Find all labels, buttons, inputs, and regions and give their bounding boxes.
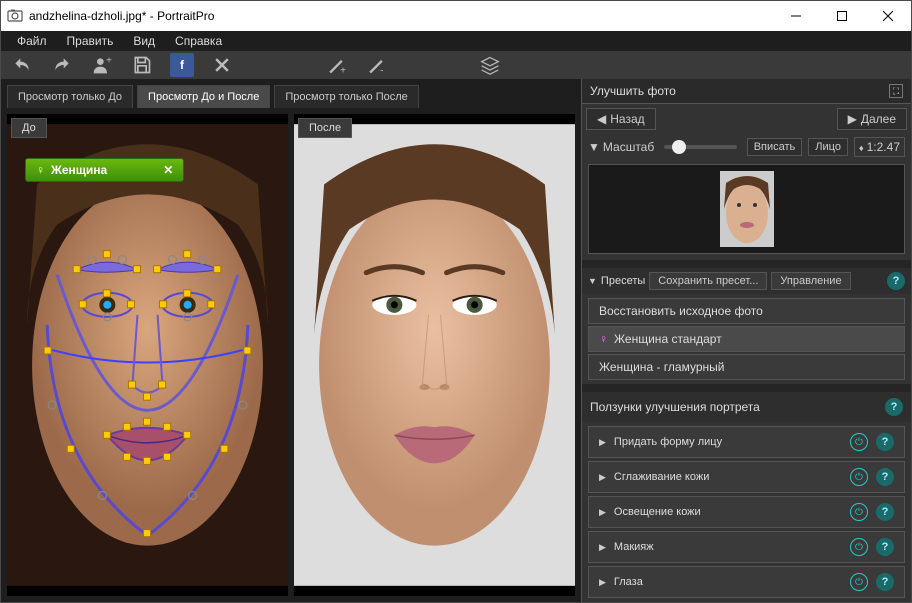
maximize-button[interactable] [819, 1, 865, 31]
slider-makeup[interactable]: ▶Макияж⏻? [588, 531, 905, 563]
window-title: andzhelina-dzholi.jpg* - PortraitPro [29, 9, 773, 23]
preset-item[interactable]: ♀Женщина стандарт [588, 326, 905, 352]
tab-before-only[interactable]: Просмотр только До [7, 85, 133, 108]
preset-restore[interactable]: Восстановить исходное фото [588, 298, 905, 324]
zoom-label: ▼Масштаб [588, 140, 654, 154]
help-icon[interactable]: ? [876, 433, 894, 451]
gender-tag[interactable]: ♀ Женщина ✕ [25, 158, 184, 182]
add-person-button[interactable]: + [89, 52, 115, 78]
menu-view[interactable]: Вид [123, 31, 165, 51]
undo-button[interactable] [9, 52, 35, 78]
side-panel: Улучшить фото ⛶ ◀ Назад ▶ Далее ▼Масштаб В… [581, 79, 911, 602]
chevron-right-icon: ▶ [599, 507, 606, 518]
brush-plus-button[interactable]: + [323, 52, 349, 78]
view-tabs: Просмотр только До Просмотр До и После П… [1, 79, 581, 108]
chevron-down-icon: ▼ [588, 140, 600, 154]
menu-edit[interactable]: Править [57, 31, 124, 51]
tab-after-only[interactable]: Просмотр только После [274, 85, 418, 108]
after-pane[interactable]: После [294, 114, 575, 596]
face-button[interactable]: Лицо [808, 138, 848, 156]
help-icon[interactable]: ? [885, 398, 903, 416]
close-button[interactable] [865, 1, 911, 31]
back-label: Назад [610, 112, 644, 126]
chevron-right-icon: ▶ [599, 437, 606, 448]
before-label: До [11, 118, 47, 138]
svg-text:+: + [106, 55, 112, 66]
gender-label: Женщина [51, 163, 107, 177]
face-thumbnail[interactable] [720, 171, 774, 247]
chevron-right-icon: ▶ [599, 472, 606, 483]
power-icon[interactable]: ⏻ [850, 433, 868, 451]
chevron-right-icon: ▶ [599, 577, 606, 588]
power-icon[interactable]: ⏻ [850, 503, 868, 521]
save-preset-button[interactable]: Сохранить пресет... [649, 272, 767, 290]
layers-button[interactable] [477, 52, 503, 78]
sliders-header: Ползунки улучшения портрета ? [582, 392, 911, 422]
svg-text:-: - [380, 65, 383, 75]
after-image [294, 114, 575, 596]
cancel-button[interactable] [209, 52, 235, 78]
expand-icon[interactable]: ⛶ [889, 84, 903, 98]
tab-before-after[interactable]: Просмотр До и После [137, 85, 270, 108]
brush-minus-button[interactable]: - [363, 52, 389, 78]
before-image [7, 114, 288, 596]
thumbnail-strip[interactable] [588, 164, 905, 254]
slider-skin-lighting[interactable]: ▶Освещение кожи⏻? [588, 496, 905, 528]
viewer: Просмотр только До Просмотр До и После П… [1, 79, 581, 602]
panel-title-label: Улучшить фото [590, 84, 676, 98]
female-icon: ♀ [36, 163, 45, 177]
menu-file[interactable]: Файл [7, 31, 57, 51]
fit-button[interactable]: Вписать [747, 138, 803, 156]
app-icon [7, 8, 23, 24]
chevron-right-icon: ▶ [848, 112, 857, 126]
panel-title: Улучшить фото ⛶ [582, 79, 911, 104]
help-icon[interactable]: ? [876, 538, 894, 556]
sliders-title-label: Ползунки улучшения портрета [590, 400, 760, 414]
toolbar: + f + - [1, 51, 911, 79]
slider-eyes[interactable]: ▶Глаза⏻? [588, 566, 905, 598]
help-icon[interactable]: ? [887, 272, 905, 290]
chevron-right-icon: ▶ [599, 542, 606, 553]
female-icon: ♀ [599, 332, 608, 346]
presets-header: ▼ Пресеты Сохранить пресет... Управление… [582, 268, 911, 294]
menu-help[interactable]: Справка [165, 31, 232, 51]
presets-label: Пресеты [601, 275, 645, 287]
minimize-button[interactable] [773, 1, 819, 31]
preset-item[interactable]: Женщина - гламурный [588, 354, 905, 380]
manage-presets-button[interactable]: Управление [771, 272, 850, 290]
svg-text:+: + [340, 65, 346, 75]
help-icon[interactable]: ? [876, 573, 894, 591]
next-label: Далее [861, 112, 896, 126]
power-icon[interactable]: ⏻ [850, 468, 868, 486]
after-label: После [298, 118, 352, 138]
power-icon[interactable]: ⏻ [850, 538, 868, 556]
titlebar: andzhelina-dzholi.jpg* - PortraitPro [1, 1, 911, 31]
slider-skin-smoothing[interactable]: ▶Сглаживание кожи⏻? [588, 461, 905, 493]
gender-close-icon[interactable]: ✕ [163, 163, 173, 177]
save-button[interactable] [129, 52, 155, 78]
zoom-value[interactable]: ♦ 1:2.47 [854, 137, 905, 157]
before-pane[interactable]: До ♀ Женщина ✕ [7, 114, 288, 596]
slider-face-shape[interactable]: ▶Придать форму лицу⏻? [588, 426, 905, 458]
redo-button[interactable] [49, 52, 75, 78]
power-icon[interactable]: ⏻ [850, 573, 868, 591]
zoom-slider[interactable] [664, 145, 736, 149]
next-button[interactable]: ▶ Далее [837, 108, 907, 130]
help-icon[interactable]: ? [876, 468, 894, 486]
menubar: Файл Править Вид Справка [1, 31, 911, 51]
slider-list: ▶Придать форму лицу⏻? ▶Сглаживание кожи⏻… [582, 422, 911, 602]
help-icon[interactable]: ? [876, 503, 894, 521]
chevron-left-icon: ◀ [597, 112, 606, 126]
back-button[interactable]: ◀ Назад [586, 108, 656, 130]
preset-list: Восстановить исходное фото ♀Женщина стан… [582, 294, 911, 384]
facebook-button[interactable]: f [169, 52, 195, 78]
chevron-down-icon[interactable]: ▼ [588, 276, 597, 286]
